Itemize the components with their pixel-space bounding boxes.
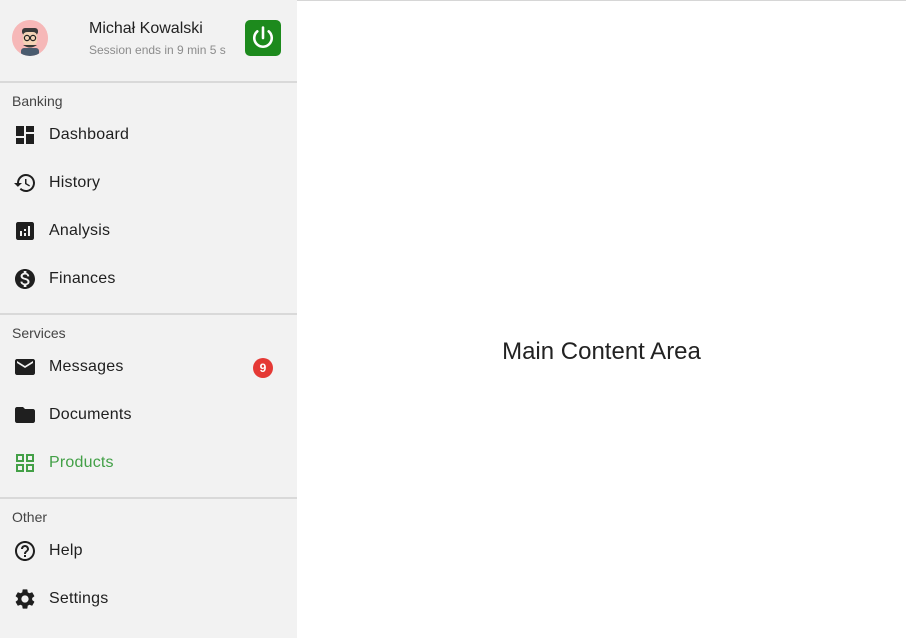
sidebar-item-label: Products [49, 454, 114, 471]
session-timer: Session ends in 9 min 5 s [89, 43, 226, 57]
mail-icon [15, 359, 35, 375]
sidebar-item-label: Finances [49, 270, 116, 287]
gear-icon [15, 589, 35, 609]
analytics-icon [16, 222, 34, 240]
section-banking: Banking Dashboard History Analysis Finan… [0, 83, 297, 313]
power-icon [252, 26, 274, 48]
grid-icon [16, 454, 34, 472]
folder-icon [15, 407, 35, 423]
sidebar-item-products[interactable]: Products [0, 439, 297, 487]
sidebar-item-label: History [49, 174, 101, 191]
sidebar-item-label: Documents [49, 406, 132, 423]
section-title: Banking [12, 93, 63, 109]
help-circle-icon [15, 541, 35, 561]
history-icon [14, 174, 35, 192]
sidebar-item-documents[interactable]: Documents [0, 391, 297, 439]
sidebar-item-dashboard[interactable]: Dashboard [0, 111, 297, 159]
sidebar: Michał Kowalski Session ends in 9 min 5 … [0, 0, 297, 638]
dollar-circle-icon [15, 269, 35, 289]
top-border [297, 0, 906, 1]
main-content-title: Main Content Area [502, 338, 701, 365]
avatar [12, 20, 48, 56]
sidebar-item-finances[interactable]: Finances [0, 255, 297, 303]
section-services: Services Messages 9 Documents Products [0, 315, 297, 497]
section-title: Other [12, 509, 48, 525]
logout-button[interactable] [245, 20, 281, 56]
sidebar-item-label: Settings [49, 590, 109, 607]
user-name: Michał Kowalski [89, 20, 203, 37]
sidebar-item-messages[interactable]: Messages 9 [0, 343, 297, 391]
sidebar-item-help[interactable]: Help [0, 527, 297, 575]
section-other: Other Help Settings [0, 499, 297, 623]
unread-count-badge: 9 [253, 358, 273, 378]
dashboard-icon [16, 126, 34, 144]
sidebar-item-label: Analysis [49, 222, 111, 239]
sidebar-item-label: Messages [49, 358, 124, 375]
sidebar-item-label: Dashboard [49, 126, 130, 143]
sidebar-item-label: Help [49, 542, 83, 559]
sidebar-item-analysis[interactable]: Analysis [0, 207, 297, 255]
sidebar-item-history[interactable]: History [0, 159, 297, 207]
section-title: Services [12, 325, 66, 341]
user-profile: Michał Kowalski Session ends in 9 min 5 … [0, 0, 297, 83]
sidebar-item-settings[interactable]: Settings [0, 575, 297, 623]
